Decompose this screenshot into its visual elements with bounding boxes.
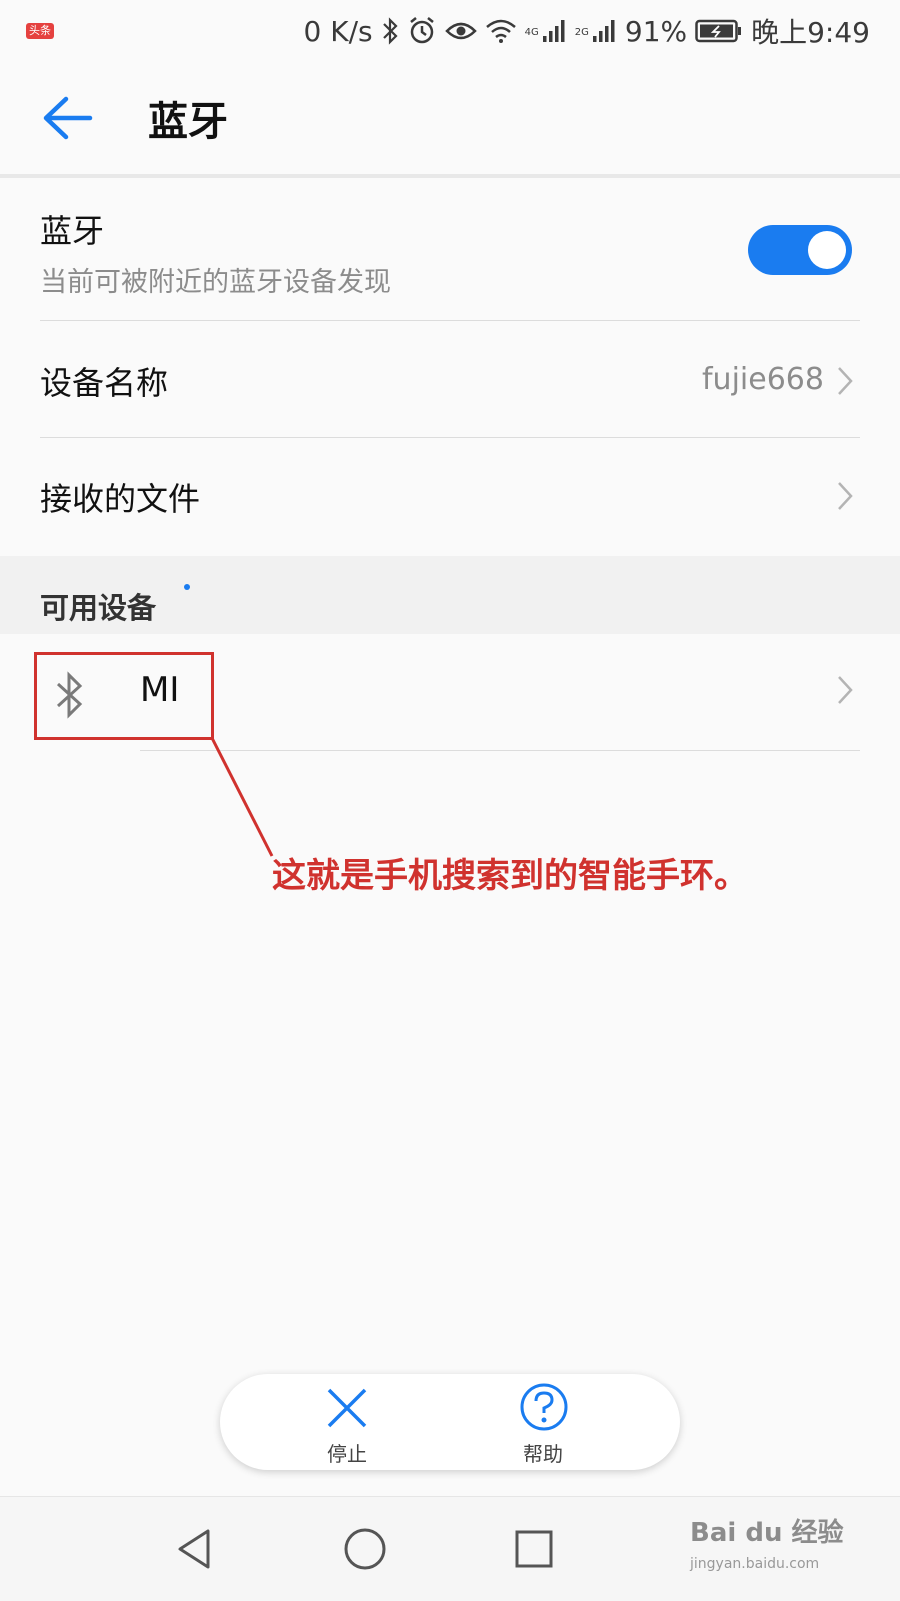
close-icon bbox=[327, 1388, 367, 1428]
watermark: Bai du 经验 bbox=[690, 1512, 844, 1549]
nav-back-button[interactable] bbox=[134, 1497, 254, 1601]
stop-button[interactable]: 停止 bbox=[292, 1374, 402, 1470]
annotation-pointer-line bbox=[210, 737, 274, 857]
nav-recents-icon bbox=[515, 1530, 553, 1568]
watermark-url: jingyan.baidu.com bbox=[690, 1556, 820, 1572]
stop-label: 停止 bbox=[327, 1442, 367, 1466]
help-button[interactable]: 帮助 bbox=[488, 1374, 598, 1470]
help-label: 帮助 bbox=[523, 1442, 563, 1466]
nav-home-icon bbox=[344, 1528, 386, 1570]
help-icon bbox=[520, 1383, 568, 1431]
annotation-text: 这就是手机搜索到的智能手环。 bbox=[272, 856, 748, 896]
watermark-brand: Bai du 经验 bbox=[690, 1518, 844, 1548]
bottom-action-bar: 停止 帮助 bbox=[220, 1374, 680, 1470]
nav-recents-button[interactable] bbox=[474, 1497, 594, 1601]
nav-home-button[interactable] bbox=[305, 1497, 425, 1601]
nav-back-icon bbox=[178, 1529, 210, 1569]
